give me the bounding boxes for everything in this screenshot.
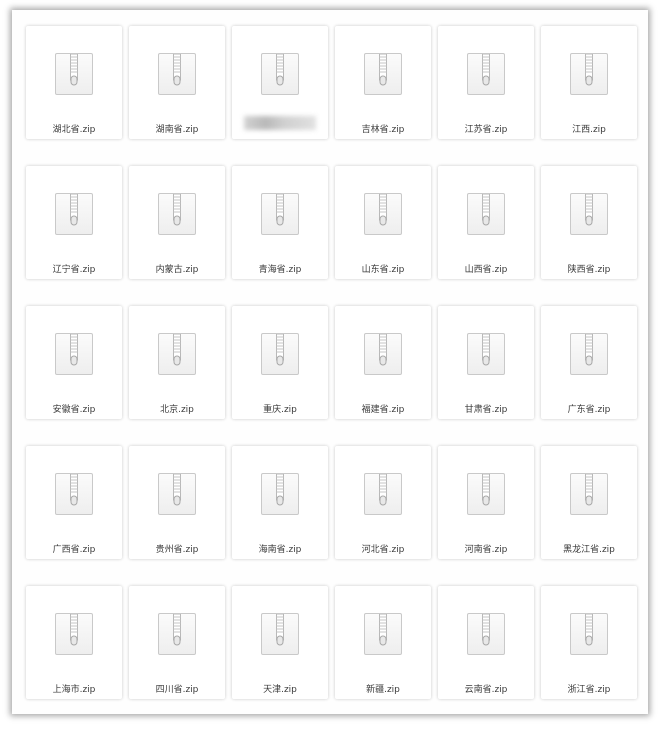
file-name: 海南省.zip bbox=[258, 545, 302, 555]
file-name: 上海市.zip bbox=[52, 685, 96, 695]
zip-archive-icon bbox=[467, 333, 505, 375]
file-tile[interactable]: 上海市.zip bbox=[26, 586, 122, 699]
zip-archive-icon bbox=[55, 613, 93, 655]
file-tile[interactable]: 浙江省.zip bbox=[541, 586, 637, 699]
file-name: 山西省.zip bbox=[464, 265, 508, 275]
zip-archive-icon bbox=[158, 53, 196, 95]
file-tile[interactable]: 吉林省.zip bbox=[335, 26, 431, 139]
zip-archive-icon bbox=[158, 193, 196, 235]
file-name: 河北省.zip bbox=[361, 545, 405, 555]
file-tile[interactable]: 江苏省.zip bbox=[438, 26, 534, 139]
zip-archive-icon bbox=[364, 53, 402, 95]
file-name: 吉林省.zip bbox=[361, 125, 405, 135]
file-name: 青海省.zip bbox=[258, 265, 302, 275]
file-tile[interactable]: 重庆.zip bbox=[232, 306, 328, 419]
file-tile[interactable]: 云南省.zip bbox=[438, 586, 534, 699]
zip-archive-icon bbox=[261, 53, 299, 95]
file-name: 甘肃省.zip bbox=[464, 405, 508, 415]
zip-archive-icon bbox=[364, 193, 402, 235]
file-name: 黑龙江省.zip bbox=[563, 545, 615, 555]
file-tile[interactable]: 湖北省.zip bbox=[26, 26, 122, 139]
zip-archive-icon bbox=[261, 333, 299, 375]
file-name: 广东省.zip bbox=[567, 405, 611, 415]
file-name: 福建省.zip bbox=[361, 405, 405, 415]
zip-archive-icon bbox=[55, 53, 93, 95]
file-tile[interactable]: 河北省.zip bbox=[335, 446, 431, 559]
file-name: 浙江省.zip bbox=[567, 685, 611, 695]
file-tile[interactable]: 辽宁省.zip bbox=[26, 166, 122, 279]
file-name: 云南省.zip bbox=[464, 685, 508, 695]
file-tile[interactable]: 广东省.zip bbox=[541, 306, 637, 419]
file-tile[interactable]: 河南省.zip bbox=[438, 446, 534, 559]
zip-archive-icon bbox=[364, 333, 402, 375]
zip-archive-icon bbox=[261, 613, 299, 655]
file-name: 辽宁省.zip bbox=[52, 265, 96, 275]
zip-archive-icon bbox=[467, 473, 505, 515]
zip-archive-icon bbox=[467, 53, 505, 95]
file-tile[interactable]: 福建省.zip bbox=[335, 306, 431, 419]
file-name: 湖南省.zip bbox=[155, 125, 199, 135]
zip-archive-icon bbox=[261, 193, 299, 235]
zip-archive-icon bbox=[570, 333, 608, 375]
zip-archive-icon bbox=[158, 613, 196, 655]
file-name: 湖北省.zip bbox=[52, 125, 96, 135]
file-grid: 湖北省.zip 湖南省.zip 吉林省.zip 江苏省.zip 江西.zip 辽宁省.zi… bbox=[26, 26, 637, 699]
file-tile[interactable]: 黑龙江省.zip bbox=[541, 446, 637, 559]
file-tile[interactable]: 广西省.zip bbox=[26, 446, 122, 559]
file-tile[interactable]: 陕西省.zip bbox=[541, 166, 637, 279]
file-tile[interactable]: 内蒙古.zip bbox=[129, 166, 225, 279]
zip-archive-icon bbox=[570, 53, 608, 95]
file-name: 广西省.zip bbox=[52, 545, 96, 555]
file-tile[interactable]: 山东省.zip bbox=[335, 166, 431, 279]
zip-archive-icon bbox=[364, 613, 402, 655]
file-tile[interactable]: 山西省.zip bbox=[438, 166, 534, 279]
file-name: 天津.zip bbox=[263, 685, 297, 695]
file-name: 新疆.zip bbox=[366, 685, 400, 695]
zip-archive-icon bbox=[570, 193, 608, 235]
zip-archive-icon bbox=[55, 193, 93, 235]
file-name: 河南省.zip bbox=[464, 545, 508, 555]
zip-archive-icon bbox=[158, 333, 196, 375]
file-tile[interactable]: 贵州省.zip bbox=[129, 446, 225, 559]
zip-archive-icon bbox=[158, 473, 196, 515]
zip-archive-icon bbox=[364, 473, 402, 515]
file-name: 江苏省.zip bbox=[464, 125, 508, 135]
zip-archive-icon bbox=[570, 613, 608, 655]
file-tile[interactable]: 青海省.zip bbox=[232, 166, 328, 279]
file-name: 陕西省.zip bbox=[567, 265, 611, 275]
file-tile[interactable] bbox=[232, 26, 328, 139]
zip-archive-icon bbox=[570, 473, 608, 515]
file-browser-window: 湖北省.zip 湖南省.zip 吉林省.zip 江苏省.zip 江西.zip 辽宁省.zi… bbox=[12, 10, 648, 714]
file-name: 山东省.zip bbox=[361, 265, 405, 275]
file-tile[interactable]: 新疆.zip bbox=[335, 586, 431, 699]
redacted-filename bbox=[244, 116, 316, 130]
zip-archive-icon bbox=[467, 613, 505, 655]
file-tile[interactable]: 北京.zip bbox=[129, 306, 225, 419]
file-name: 北京.zip bbox=[160, 405, 194, 415]
file-name: 安徽省.zip bbox=[52, 405, 96, 415]
file-tile[interactable]: 甘肃省.zip bbox=[438, 306, 534, 419]
file-name: 内蒙古.zip bbox=[155, 265, 199, 275]
zip-archive-icon bbox=[467, 193, 505, 235]
file-name: 江西.zip bbox=[572, 125, 606, 135]
zip-archive-icon bbox=[55, 473, 93, 515]
file-tile[interactable]: 湖南省.zip bbox=[129, 26, 225, 139]
file-tile[interactable]: 安徽省.zip bbox=[26, 306, 122, 419]
file-name: 四川省.zip bbox=[155, 685, 199, 695]
zip-archive-icon bbox=[261, 473, 299, 515]
file-tile[interactable]: 天津.zip bbox=[232, 586, 328, 699]
file-tile[interactable]: 江西.zip bbox=[541, 26, 637, 139]
file-tile[interactable]: 四川省.zip bbox=[129, 586, 225, 699]
zip-archive-icon bbox=[55, 333, 93, 375]
file-tile[interactable]: 海南省.zip bbox=[232, 446, 328, 559]
file-name: 贵州省.zip bbox=[155, 545, 199, 555]
file-name: 重庆.zip bbox=[263, 405, 297, 415]
